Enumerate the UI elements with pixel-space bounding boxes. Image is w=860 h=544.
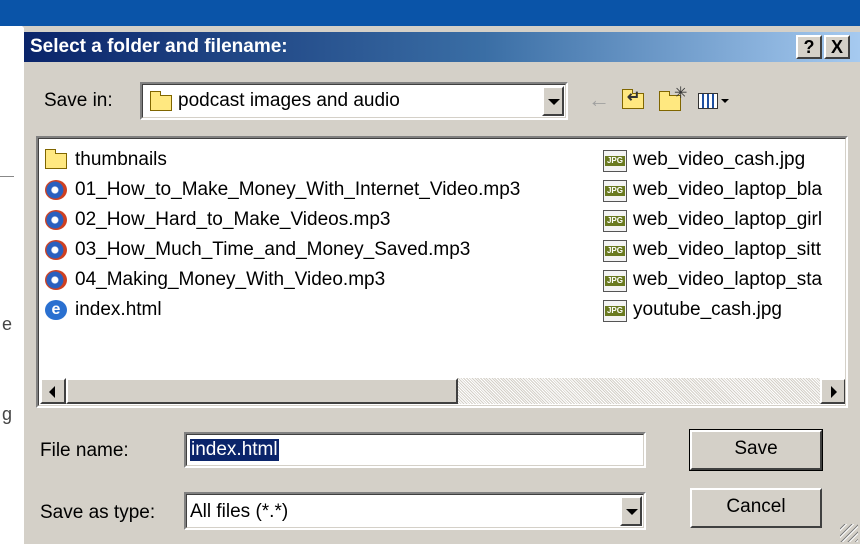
close-button[interactable]: X (824, 35, 850, 59)
file-name: 03_How_Much_Time_and_Money_Saved.mp3 (75, 239, 471, 260)
background-window: e g (0, 26, 22, 544)
file-name: web_video_laptop_girl (633, 209, 823, 230)
file-name-value: index.html (190, 439, 279, 461)
file-name: 02_How_Hard_to_Make_Videos.mp3 (75, 209, 391, 230)
mp3-audio-icon (45, 180, 67, 200)
folder-icon (45, 149, 67, 169)
jpg-file-icon: JPG (603, 180, 627, 202)
title-bar[interactable]: Select a folder and filename: ? X (24, 32, 860, 62)
file-name-input[interactable]: index.html (184, 432, 646, 468)
background-divider (0, 176, 14, 177)
folder-icon (150, 91, 172, 111)
chevron-down-icon[interactable] (542, 86, 564, 116)
save-in-value: podcast images and audio (178, 90, 400, 111)
chevron-down-icon[interactable] (620, 496, 642, 526)
mp3-audio-icon (45, 240, 67, 260)
file-list[interactable]: thumbnails 01_How_to_Make_Money_With_Int… (36, 136, 848, 408)
horizontal-scrollbar[interactable] (40, 378, 845, 404)
jpg-file-icon: JPG (603, 270, 627, 292)
save-as-type-dropdown[interactable]: All files (*.*) (184, 492, 646, 530)
scroll-thumb[interactable] (66, 378, 458, 404)
background-text-fragment: e (2, 314, 13, 334)
help-button[interactable]: ? (796, 35, 822, 59)
view-menu-icon[interactable] (696, 86, 732, 114)
file-name: thumbnails (75, 149, 167, 170)
mp3-audio-icon (45, 270, 67, 290)
save-as-type-label: Save as type: (40, 502, 156, 523)
file-name: web_video_laptop_bla (633, 179, 823, 200)
scroll-right-arrow-icon[interactable] (820, 378, 845, 404)
file-name-label: File name: (40, 440, 129, 461)
save-button[interactable]: Save (689, 429, 823, 471)
background-text-fragment: g (2, 404, 13, 424)
jpg-file-icon: JPG (603, 210, 627, 232)
file-name: web_video_cash.jpg (633, 149, 806, 170)
save-in-label: Save in: (44, 90, 113, 111)
save-in-dropdown[interactable]: podcast images and audio (140, 82, 568, 120)
create-new-folder-icon[interactable]: ✳ (656, 85, 687, 114)
back-arrow-icon[interactable]: ← (584, 86, 614, 114)
dialog-title: Select a folder and filename: (30, 36, 288, 57)
file-name: web_video_laptop_sta (633, 269, 823, 290)
background-window-strip (0, 0, 860, 26)
jpg-file-icon: JPG (603, 150, 627, 172)
resize-grip-icon[interactable] (840, 524, 858, 542)
file-name: index.html (75, 299, 162, 320)
scroll-left-arrow-icon[interactable] (40, 378, 66, 404)
cancel-button[interactable]: Cancel (690, 488, 822, 528)
file-name: 04_Making_Money_With_Video.mp3 (75, 269, 386, 290)
save-as-type-value: All files (*.*) (190, 501, 289, 522)
file-name: youtube_cash.jpg (633, 299, 782, 320)
file-name: web_video_laptop_sitt (633, 239, 822, 260)
jpg-file-icon: JPG (603, 240, 627, 262)
file-name: 01_How_to_Make_Money_With_Internet_Video… (75, 179, 521, 200)
jpg-file-icon: JPG (603, 300, 627, 322)
up-one-level-icon[interactable]: ↵ (618, 86, 648, 114)
save-dialog: Select a folder and filename: ? X Save i… (22, 26, 860, 544)
html-file-icon: e (45, 300, 67, 320)
mp3-audio-icon (45, 210, 67, 230)
